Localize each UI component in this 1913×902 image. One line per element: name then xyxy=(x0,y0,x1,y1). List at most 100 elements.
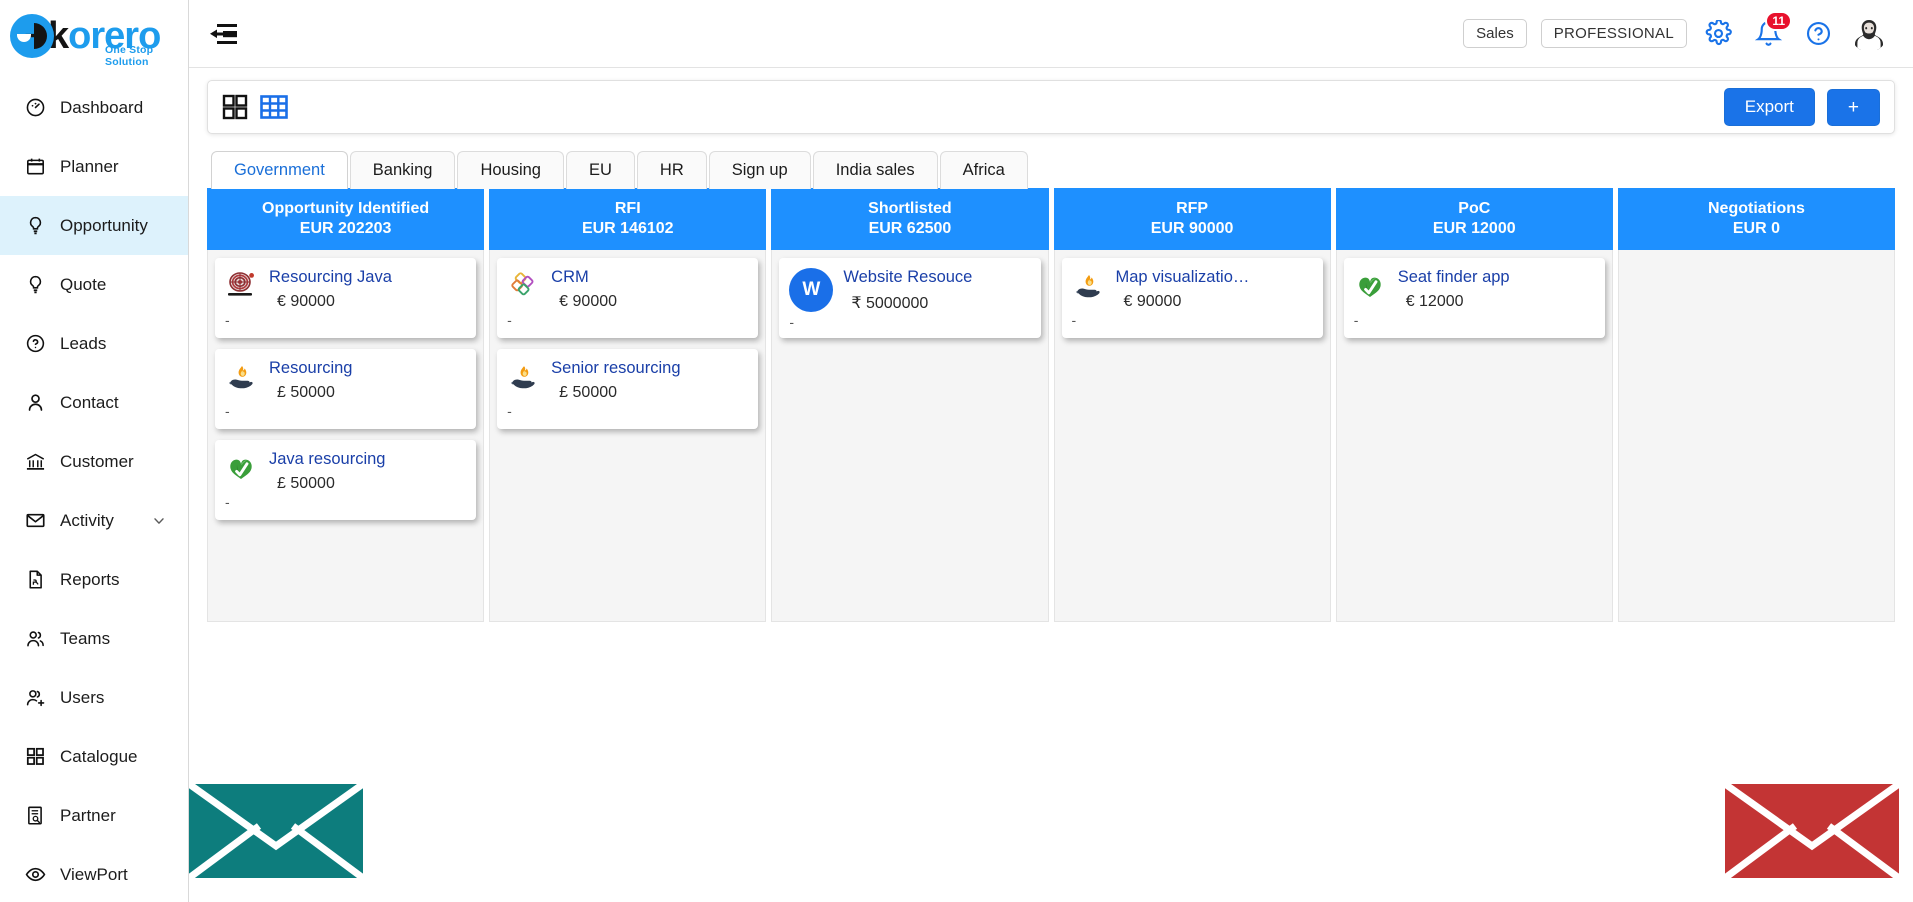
sidebar-item-contact[interactable]: Contact xyxy=(0,373,188,432)
gear-icon[interactable] xyxy=(1701,17,1735,51)
chevron-down-icon[interactable] xyxy=(152,514,174,528)
grid-view-icon[interactable] xyxy=(222,94,248,120)
opportunity-card[interactable]: Resourcing Java € 90000 - xyxy=(215,258,477,338)
opportunity-card[interactable]: Map visualizatio… € 90000 - xyxy=(1061,258,1323,338)
file-search-icon xyxy=(24,805,46,827)
column-body[interactable]: Seat finder app € 12000 - xyxy=(1335,250,1613,622)
column-header: Negotiations EUR 0 xyxy=(1617,188,1896,250)
topbar: Sales PROFESSIONAL 11 xyxy=(189,0,1913,68)
card-title[interactable]: Java resourcing xyxy=(269,450,466,469)
sidebar-item-label: Dashboard xyxy=(60,97,144,117)
sidebar-item-label: Leads xyxy=(60,333,107,353)
sidebar-item-label: Teams xyxy=(60,628,111,648)
card-top: Senior resourcing £ 50000 xyxy=(507,358,748,402)
column-body[interactable]: W Website Resouce ₹ 5000000 - xyxy=(771,250,1049,622)
app-root: korero One Stop Solution Dashboard Planne… xyxy=(0,0,1913,902)
sidebar-item-quote[interactable]: Quote xyxy=(0,255,188,314)
user-avatar[interactable] xyxy=(1851,15,1887,52)
sidebar-item-label: Planner xyxy=(60,156,119,176)
sidebar-item-teams[interactable]: Teams xyxy=(0,609,188,668)
tab-government[interactable]: Government xyxy=(211,151,348,189)
green-leaf-check-icon xyxy=(225,451,259,485)
lightbulb-icon xyxy=(24,215,46,237)
brand-logo[interactable]: korero One Stop Solution xyxy=(0,0,188,72)
menu-collapse-icon[interactable] xyxy=(209,19,243,49)
sidebar-item-partner[interactable]: Partner xyxy=(0,786,188,845)
sidebar-item-customer[interactable]: Customer xyxy=(0,432,188,491)
column-body[interactable] xyxy=(1617,250,1896,622)
column-body[interactable]: Resourcing Java € 90000 - Resourcing £ 50000… xyxy=(207,250,485,622)
sidebar-item-leads[interactable]: Leads xyxy=(0,314,188,373)
sidebar-item-opportunity[interactable]: Opportunity xyxy=(0,196,188,255)
toolbar-wrapper: Export + xyxy=(189,68,1913,134)
card-title[interactable]: Seat finder app xyxy=(1398,268,1595,287)
card-title[interactable]: CRM xyxy=(551,268,748,287)
envelope-shape-right-icon xyxy=(1725,784,1899,878)
card-amount: £ 50000 xyxy=(277,383,335,401)
opportunity-card[interactable]: Java resourcing £ 50000 - xyxy=(215,440,477,520)
card-title[interactable]: Senior resourcing xyxy=(551,359,748,378)
add-opportunity-button[interactable]: + xyxy=(1826,88,1880,126)
table-view-icon[interactable] xyxy=(260,94,288,120)
tab-banking[interactable]: Banking xyxy=(349,151,456,189)
column-total: EUR 62500 xyxy=(868,220,952,237)
card-title[interactable]: Resourcing Java xyxy=(269,268,466,287)
sidebar-item-activity[interactable]: Activity xyxy=(0,491,188,550)
opportunity-card[interactable]: W Website Resouce ₹ 5000000 - xyxy=(779,258,1041,338)
column-title: Shortlisted xyxy=(868,200,952,217)
grid-icon xyxy=(24,746,46,768)
column-body[interactable]: Map visualizatio… € 90000 - xyxy=(1053,250,1331,622)
column-header: RFI EUR 146102 xyxy=(489,188,767,250)
tab-eu[interactable]: EU xyxy=(565,151,635,189)
tab-sign-up[interactable]: Sign up xyxy=(708,151,811,189)
opportunity-card[interactable]: CRM € 90000 - xyxy=(497,258,759,338)
card-top: Map visualizatio… € 90000 xyxy=(1072,267,1313,311)
card-text: Map visualizatio… € 90000 xyxy=(1116,267,1313,311)
card-title[interactable]: Resourcing xyxy=(269,359,466,378)
sidebar-item-label: ViewPort xyxy=(60,864,128,884)
card-footer: - xyxy=(225,493,230,510)
column-total: EUR 146102 xyxy=(581,220,674,237)
opportunity-card[interactable]: Seat finder app € 12000 - xyxy=(1343,258,1605,338)
kanban-column: RFP EUR 90000 Map visualizatio… € 90000 - xyxy=(1053,188,1331,622)
sidebar-item-users[interactable]: Users xyxy=(0,668,188,727)
column-total: EUR 0 xyxy=(1732,220,1780,237)
question-circle-icon xyxy=(24,333,46,355)
people-icon xyxy=(24,628,46,650)
export-button[interactable]: Export xyxy=(1723,88,1815,126)
hand-flame-icon xyxy=(1072,269,1106,303)
plan-badge[interactable]: PROFESSIONAL xyxy=(1540,19,1687,48)
bell-icon[interactable]: 11 xyxy=(1751,10,1792,51)
opportunity-card[interactable]: Senior resourcing £ 50000 - xyxy=(497,349,759,429)
card-amount: € 90000 xyxy=(1123,292,1182,310)
tab-housing[interactable]: Housing xyxy=(457,151,564,189)
opportunity-card[interactable]: Resourcing £ 50000 - xyxy=(215,349,477,429)
envelope-icon xyxy=(24,510,46,532)
card-title[interactable]: Website Resouce xyxy=(843,268,1030,287)
column-total: EUR 90000 xyxy=(1150,220,1234,237)
tab-africa[interactable]: Africa xyxy=(939,151,1028,189)
card-title[interactable]: Map visualizatio… xyxy=(1116,268,1313,287)
card-amount: £ 50000 xyxy=(277,474,335,492)
kanban-column: Opportunity Identified EUR 202203 Resourci… xyxy=(207,188,485,622)
sidebar-item-catalogue[interactable]: Catalogue xyxy=(0,727,188,786)
help-icon[interactable] xyxy=(1801,17,1835,51)
card-text: Senior resourcing £ 50000 xyxy=(551,358,748,402)
card-footer: - xyxy=(1353,311,1359,328)
korero-circle-logo-icon xyxy=(10,14,54,58)
tab-hr[interactable]: HR xyxy=(636,151,707,189)
sidebar-item-reports[interactable]: Reports xyxy=(0,550,188,609)
hand-flame-icon xyxy=(507,360,541,394)
tab-india-sales[interactable]: India sales xyxy=(812,151,938,189)
kanban-column: Negotiations EUR 0 xyxy=(1617,188,1896,622)
sidebar-item-planner[interactable]: Planner xyxy=(0,137,188,196)
column-body[interactable]: CRM € 90000 - Senior resourcing £ 50000 - xyxy=(489,250,767,622)
sidebar-item-viewport[interactable]: ViewPort xyxy=(0,845,188,902)
sidebar-item-dashboard[interactable]: Dashboard xyxy=(0,78,188,137)
sidebar-item-label: Quote xyxy=(60,274,107,294)
speedometer-icon xyxy=(24,97,46,119)
four-diamonds-icon xyxy=(507,269,541,303)
module-selector[interactable]: Sales xyxy=(1463,19,1527,48)
sidebar-item-label: Customer xyxy=(60,451,134,471)
card-top: Resourcing £ 50000 xyxy=(225,358,466,402)
